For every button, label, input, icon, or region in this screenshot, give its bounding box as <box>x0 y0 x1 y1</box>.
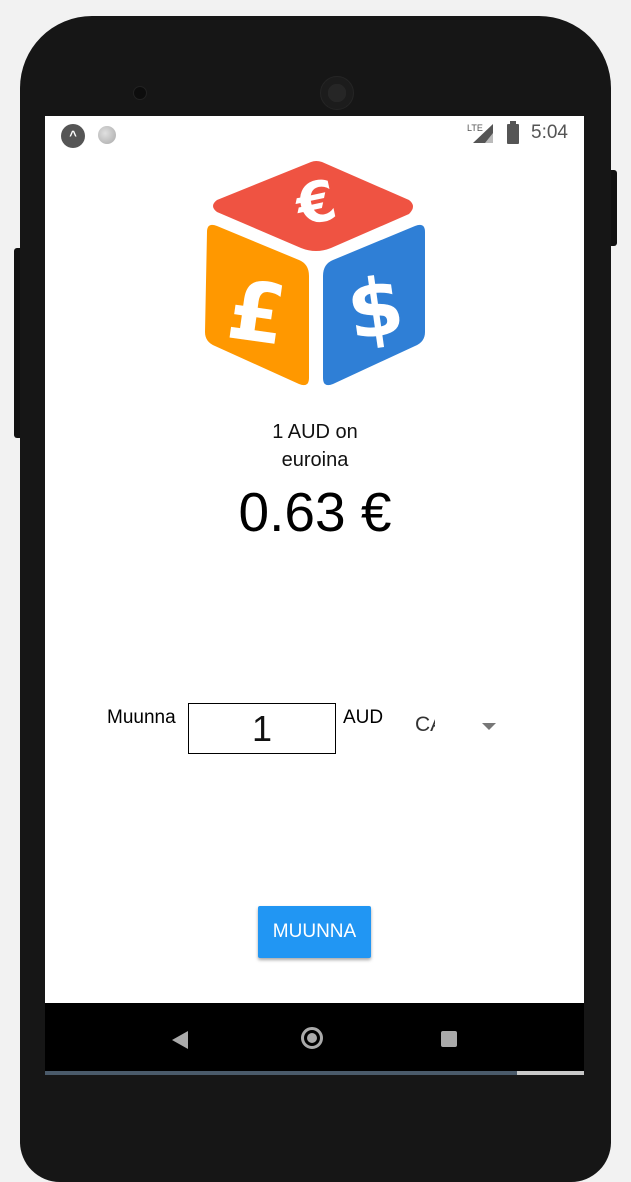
home-icon[interactable] <box>301 1027 323 1049</box>
currency-cube-logo: € £ $ <box>205 161 425 386</box>
recents-icon[interactable] <box>441 1031 457 1047</box>
back-icon[interactable] <box>172 1031 188 1049</box>
amount-input[interactable] <box>188 703 336 754</box>
rate-value: 0.63 € <box>238 481 392 543</box>
nav-divider <box>45 1071 517 1075</box>
status-time: 5:04 <box>531 122 568 143</box>
converter-row: Muunna AUD CAD <box>45 701 584 761</box>
rate-label-line2: euroina <box>281 449 349 471</box>
from-currency-label: AUD <box>343 707 384 728</box>
convert-label: Muunna <box>107 707 176 728</box>
rate-label-line1: 1 AUD on <box>272 421 358 443</box>
currency-dropdown[interactable]: CAD <box>415 709 505 745</box>
battery-icon <box>507 121 519 144</box>
android-nav-bar <box>45 1003 584 1071</box>
front-camera <box>133 86 147 100</box>
rate-label: 1 AUD on euroina <box>215 418 415 474</box>
expo-icon: ^ <box>61 124 85 148</box>
network-label: LTE <box>467 123 483 133</box>
nav-divider-end <box>517 1071 584 1075</box>
notification-dot-icon <box>98 126 116 144</box>
earpiece-speaker <box>320 76 354 110</box>
convert-button[interactable]: MUUNNA <box>258 906 371 958</box>
signal-icon: LTE <box>467 123 493 143</box>
status-bar: ^ LTE 5:04 <box>45 116 584 152</box>
app-screen: ^ LTE 5:04 € £ $ 1 AUD on euroina 0.63 €… <box>45 116 584 1003</box>
selected-currency: CAD <box>415 713 435 736</box>
chevron-down-icon <box>482 723 496 730</box>
